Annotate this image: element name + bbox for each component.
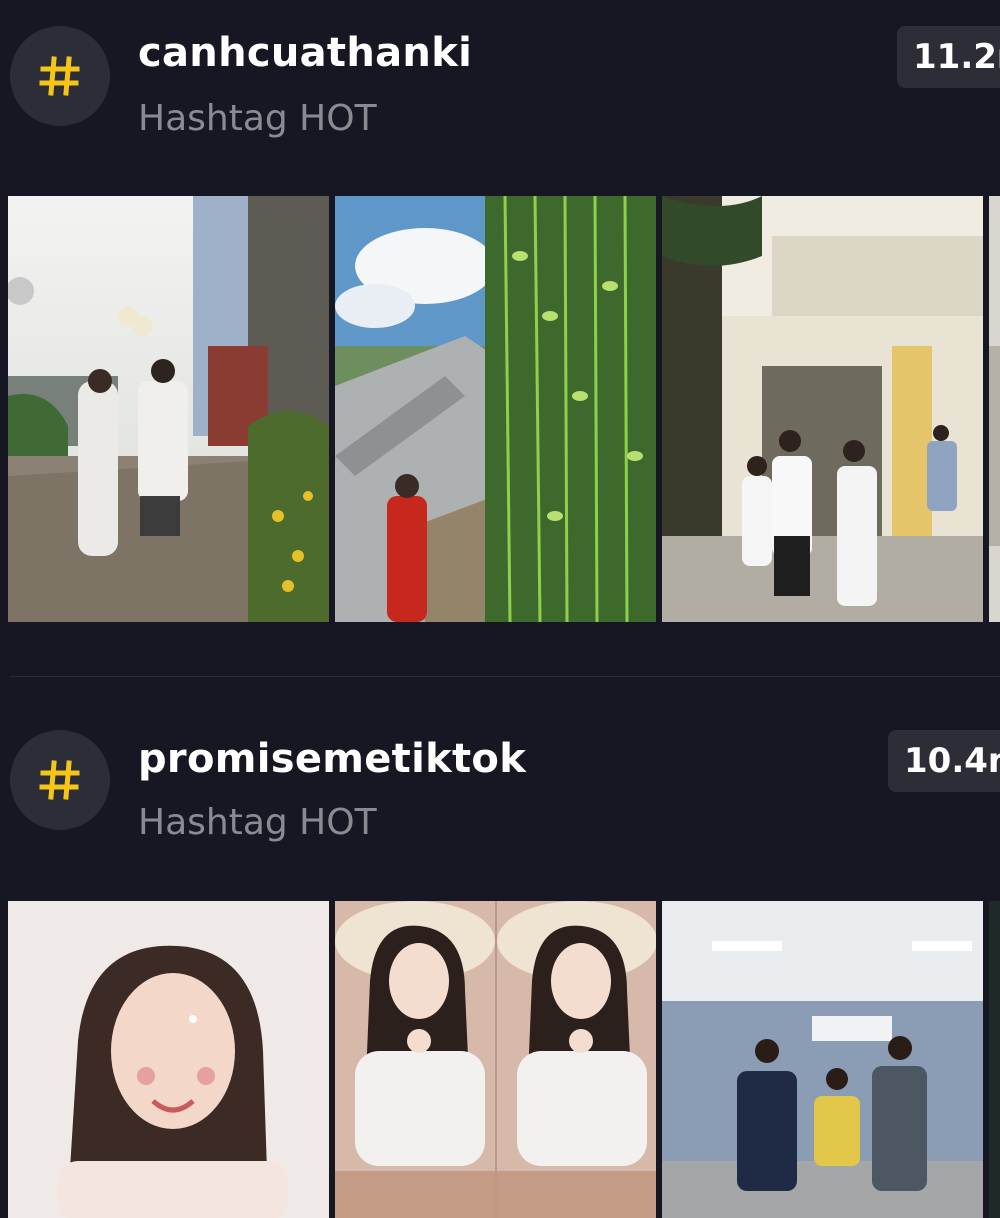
video-thumbnail[interactable] <box>8 901 329 1218</box>
hashtag-icon <box>39 760 80 800</box>
video-thumbnail[interactable] <box>8 196 329 622</box>
hashtag-section[interactable]: promisemetiktok Hashtag HOT 10.4m <box>0 704 1000 1218</box>
view-count-badge[interactable]: 10.4m <box>888 730 1000 792</box>
video-thumbnail[interactable] <box>662 901 983 1218</box>
video-thumbnail[interactable] <box>335 196 656 622</box>
hashtag-badge <box>10 730 110 830</box>
video-thumbnail-row <box>8 196 1000 622</box>
view-count-badge[interactable]: 11.2m <box>897 26 1000 88</box>
video-thumbnail-row <box>8 901 1000 1218</box>
hashtag-badge <box>10 26 110 126</box>
video-thumbnail[interactable] <box>989 901 1000 1218</box>
video-thumbnail[interactable] <box>989 196 1000 622</box>
hashtag-subtitle: Hashtag HOT <box>138 98 377 139</box>
hashtag-subtitle: Hashtag HOT <box>138 802 377 843</box>
hashtag-discover-page: canhcuathanki Hashtag HOT 11.2m <box>0 0 1000 1218</box>
video-thumbnail[interactable] <box>335 901 656 1218</box>
hashtag-icon <box>39 56 80 96</box>
hashtag-section[interactable]: canhcuathanki Hashtag HOT 11.2m <box>0 0 1000 680</box>
section-divider <box>10 676 1000 677</box>
video-thumbnail[interactable] <box>662 196 983 622</box>
hashtag-title[interactable]: canhcuathanki <box>138 30 472 76</box>
hashtag-title[interactable]: promisemetiktok <box>138 736 526 782</box>
